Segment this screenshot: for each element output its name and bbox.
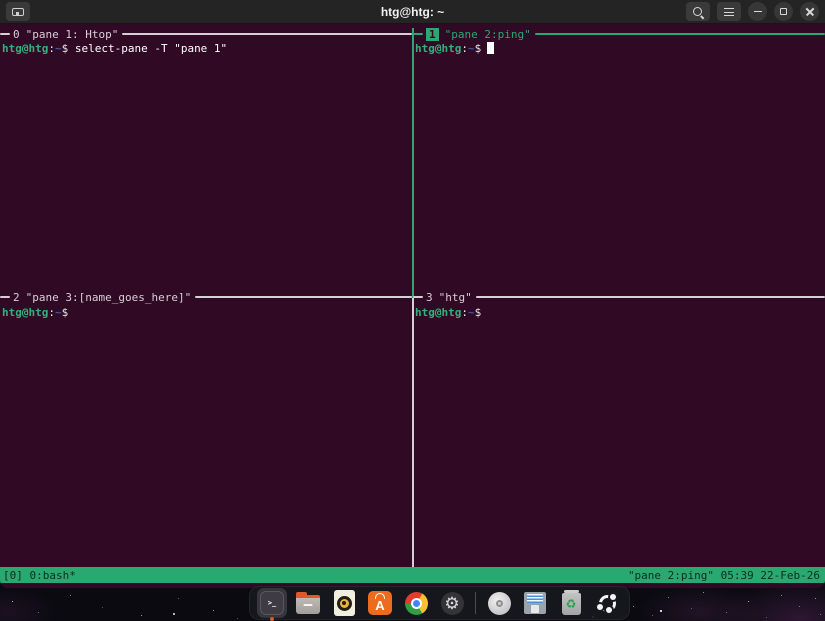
- dock-item-rhythmbox[interactable]: [329, 588, 359, 618]
- desktop: htg@htg: ~: [0, 0, 825, 621]
- chrome-icon: [405, 592, 428, 615]
- minimize-button[interactable]: [748, 2, 767, 21]
- pane-3-number: 3: [426, 291, 433, 304]
- pane-divider-vertical: [412, 297, 414, 567]
- pane-border-row-bottom: 2 "pane 3:[name_goes_here]" 3 "htg": [0, 290, 825, 304]
- close-icon: [805, 7, 815, 17]
- files-icon: [296, 595, 320, 614]
- dock-item-chrome[interactable]: [401, 588, 431, 618]
- dock-item-ubuntu[interactable]: [592, 588, 622, 618]
- pane-0-prompt: htg@htg:~$ select-pane -T "pane 1": [2, 41, 227, 56]
- menu-button[interactable]: [717, 2, 741, 21]
- pane-0-command: select-pane -T "pane 1": [68, 42, 227, 55]
- pane-0-title: "pane 1: Htop": [26, 28, 119, 41]
- pane-3-title: "htg": [439, 291, 472, 304]
- dock-item-terminal[interactable]: >_: [257, 588, 287, 618]
- tmux-status-left: [0] 0:bash*: [3, 569, 76, 582]
- floppy-disk-icon: [524, 592, 546, 614]
- new-tab-icon: [12, 8, 24, 16]
- pane-0-border: 0 "pane 1: Htop": [0, 27, 412, 41]
- tmux-status-right: "pane 2:ping" 05:39 22-Feb-26: [628, 569, 820, 582]
- tmux-pane-1[interactable]: [413, 24, 825, 297]
- search-button[interactable]: [686, 2, 710, 21]
- pane-2-title: "pane 3:[name_goes_here]": [26, 291, 192, 304]
- dock-item-floppy-disk[interactable]: [520, 588, 550, 618]
- pane-3-prompt: htg@htg:~$: [415, 305, 481, 320]
- tmux-session: 0 "pane 1: Htop" 1 "pane 2:ping" htg@htg…: [0, 24, 825, 588]
- dock-item-files[interactable]: [293, 588, 323, 618]
- settings-gear-icon: ⚙: [441, 592, 464, 615]
- trash-icon: ♻: [562, 593, 581, 615]
- dock: >_ A ⚙ ♻: [249, 586, 630, 620]
- dock-item-trash[interactable]: ♻: [556, 588, 586, 618]
- tmux-pane-0[interactable]: [0, 24, 412, 297]
- maximize-button[interactable]: [774, 2, 793, 21]
- maximize-icon: [780, 8, 787, 15]
- terminal-cursor: [487, 42, 494, 54]
- app-center-icon: A: [368, 591, 392, 615]
- pane-1-number-active: 1: [426, 28, 439, 41]
- pane-1-prompt: htg@htg:~$: [415, 41, 494, 56]
- pane-2-prompt: htg@htg:~$: [2, 305, 68, 320]
- running-indicator: [270, 617, 274, 621]
- new-tab-button[interactable]: [6, 2, 30, 21]
- terminal-icon: >_: [260, 591, 284, 615]
- pane-divider-vertical-active: [412, 28, 414, 297]
- terminal-window: htg@htg: ~: [0, 0, 825, 588]
- pane-3-border: 3 "htg": [413, 290, 825, 304]
- pane-2-border: 2 "pane 3:[name_goes_here]": [0, 290, 412, 304]
- dock-separator: [475, 592, 476, 614]
- search-icon: [692, 6, 704, 18]
- dock-item-settings[interactable]: ⚙: [437, 588, 467, 618]
- rhythmbox-icon: [334, 590, 355, 616]
- dock-item-app-center[interactable]: A: [365, 588, 395, 618]
- pane-0-number: 0: [13, 28, 20, 41]
- tmux-pane-3[interactable]: [413, 297, 825, 567]
- minimize-icon: [754, 11, 762, 13]
- hamburger-menu-icon: [724, 8, 734, 16]
- pane-2-number: 2: [13, 291, 20, 304]
- dock-item-cd-disc[interactable]: [484, 588, 514, 618]
- tmux-pane-2[interactable]: [0, 297, 412, 567]
- close-button[interactable]: [800, 2, 819, 21]
- pane-1-border: 1 "pane 2:ping": [413, 27, 825, 41]
- pane-1-title: "pane 2:ping": [445, 28, 531, 41]
- tmux-status-bar: [0] 0:bash* "pane 2:ping" 05:39 22-Feb-2…: [0, 567, 825, 583]
- terminal-headerbar: htg@htg: ~: [0, 0, 825, 24]
- ubuntu-logo-icon: [599, 595, 616, 612]
- cd-disc-icon: [488, 592, 511, 615]
